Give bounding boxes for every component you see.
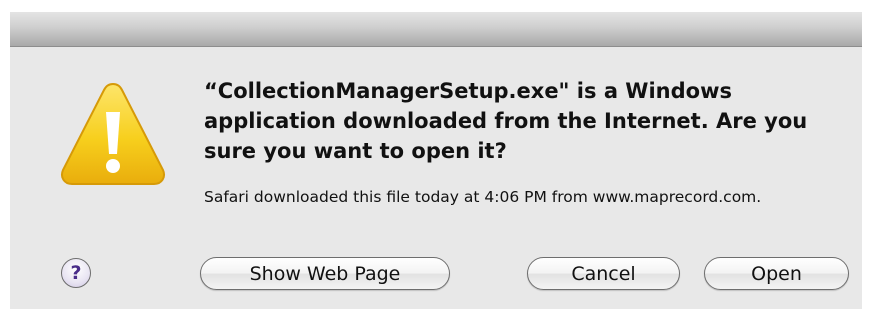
alert-detail-text: Safari downloaded this file today at 4:0… xyxy=(204,188,762,206)
help-button[interactable]: ? xyxy=(61,258,91,288)
title-bar[interactable] xyxy=(10,12,862,47)
show-web-page-button[interactable]: Show Web Page xyxy=(200,257,450,290)
window: “CollectionManagerSetup.exe" is a Window… xyxy=(0,0,872,321)
warning-icon xyxy=(61,82,165,185)
open-button[interactable]: Open xyxy=(704,257,849,290)
alert-headline: “CollectionManagerSetup.exe" is a Window… xyxy=(204,79,808,163)
cancel-button[interactable]: Cancel xyxy=(527,257,680,290)
help-icon: ? xyxy=(70,262,82,284)
